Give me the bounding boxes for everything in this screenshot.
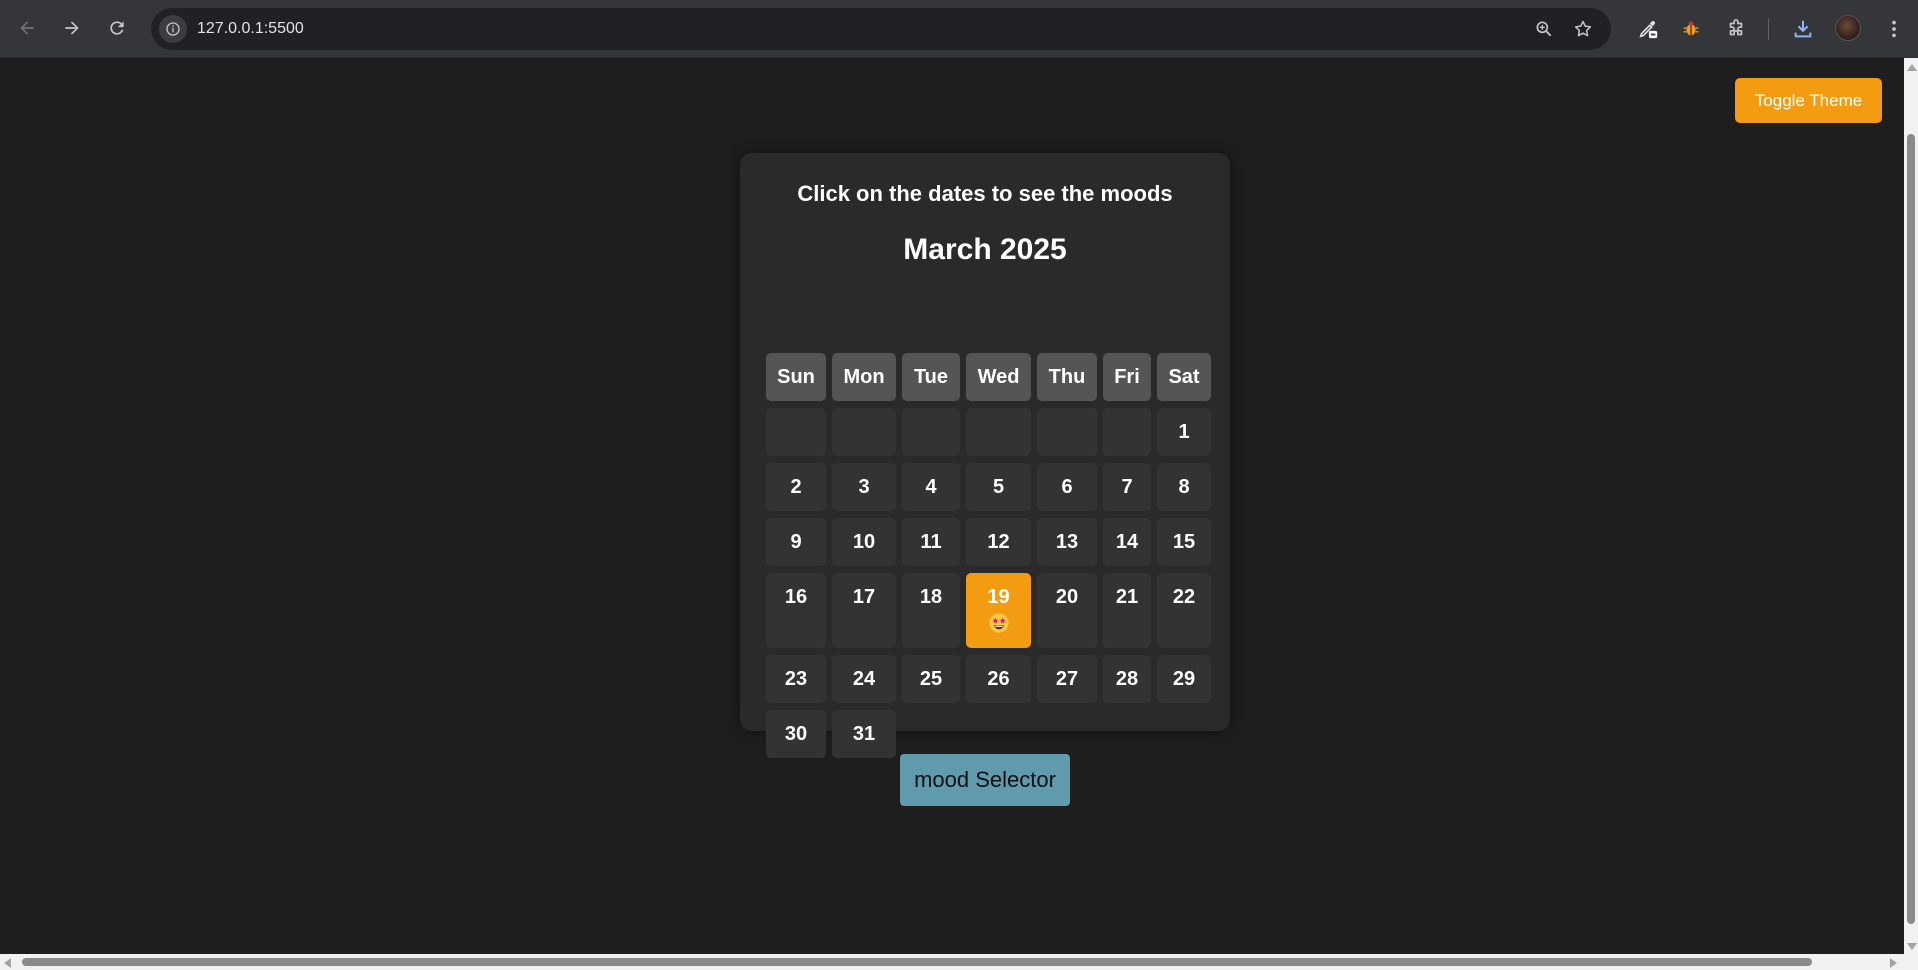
- empty-day-cell: [966, 408, 1031, 456]
- empty-day-cell: [766, 408, 826, 456]
- scroll-right-arrow-icon[interactable]: [1890, 958, 1897, 968]
- download-icon[interactable]: [1789, 15, 1817, 43]
- day-cell[interactable]: 10: [832, 518, 896, 566]
- weekday-header: Fri: [1103, 353, 1151, 401]
- day-cell[interactable]: 23: [766, 655, 826, 703]
- weekday-header: Sun: [766, 353, 826, 401]
- day-cell[interactable]: 9: [766, 518, 826, 566]
- weekday-header: Thu: [1037, 353, 1097, 401]
- day-number: 19: [987, 586, 1010, 608]
- calendar-card: Click on the dates to see the moods Marc…: [740, 153, 1230, 758]
- day-number: 17: [852, 586, 876, 608]
- empty-day-cell: [1103, 408, 1151, 456]
- weekday-header: Sat: [1157, 353, 1211, 401]
- day-cell[interactable]: 15: [1157, 518, 1211, 566]
- eyedropper-extension-icon[interactable]: [1634, 15, 1662, 43]
- day-cell[interactable]: 5: [966, 463, 1031, 511]
- toggle-theme-button[interactable]: Toggle Theme: [1735, 78, 1882, 123]
- scroll-down-arrow-icon[interactable]: [1907, 943, 1917, 950]
- day-cell[interactable]: 31: [832, 710, 896, 758]
- calendar-hint: Click on the dates to see the moods: [797, 181, 1173, 206]
- vertical-scroll-thumb[interactable]: [1907, 134, 1915, 924]
- day-cell[interactable]: 8: [1157, 463, 1211, 511]
- day-cell[interactable]: 2: [766, 463, 826, 511]
- weekday-header: Wed: [966, 353, 1031, 401]
- day-number: 21: [1115, 586, 1139, 608]
- day-cell[interactable]: 22: [1157, 573, 1211, 648]
- day-number: 18: [919, 586, 943, 608]
- site-info-icon[interactable]: [159, 15, 187, 43]
- day-cell[interactable]: 13: [1037, 518, 1097, 566]
- profile-avatar[interactable]: [1835, 15, 1861, 41]
- day-cell[interactable]: 21: [1103, 573, 1151, 648]
- day-cell[interactable]: 6: [1037, 463, 1097, 511]
- bookmark-star-icon[interactable]: [1572, 18, 1594, 40]
- day-cell[interactable]: 18: [902, 573, 960, 648]
- horizontal-scroll-thumb[interactable]: [22, 958, 1812, 966]
- day-cell[interactable]: 25: [902, 655, 960, 703]
- page-viewport: Toggle Theme Click on the dates to see t…: [0, 58, 1904, 954]
- weekday-header: Tue: [902, 353, 960, 401]
- day-cell[interactable]: 29: [1157, 655, 1211, 703]
- zoom-icon[interactable]: [1533, 18, 1555, 40]
- forward-arrow-icon[interactable]: [58, 14, 86, 42]
- selected-day-cell[interactable]: 19: [966, 573, 1031, 648]
- day-number: 20: [1055, 586, 1079, 608]
- day-cell[interactable]: 24: [832, 655, 896, 703]
- toolbar-divider: [1768, 18, 1769, 40]
- weekday-header: Mon: [832, 353, 896, 401]
- empty-day-cell: [832, 408, 896, 456]
- day-cell[interactable]: 28: [1103, 655, 1151, 703]
- browser-toolbar: 127.0.0.1:5500: [0, 0, 1918, 58]
- horizontal-scrollbar[interactable]: [0, 954, 1918, 970]
- day-cell[interactable]: 20: [1037, 573, 1097, 648]
- scroll-up-arrow-icon[interactable]: [1907, 64, 1917, 71]
- day-cell[interactable]: 4: [902, 463, 960, 511]
- empty-day-cell: [902, 408, 960, 456]
- extensions-puzzle-icon[interactable]: [1722, 15, 1750, 43]
- day-number: 22: [1172, 586, 1196, 608]
- empty-day-cell: [1037, 408, 1097, 456]
- vertical-scrollbar[interactable]: [1904, 58, 1918, 954]
- day-cell[interactable]: 14: [1103, 518, 1151, 566]
- day-cell[interactable]: 27: [1037, 655, 1097, 703]
- url-text[interactable]: 127.0.0.1:5500: [197, 8, 304, 50]
- day-number: 16: [784, 586, 808, 608]
- reload-icon[interactable]: [103, 14, 131, 42]
- mood-selector-button[interactable]: mood Selector: [900, 754, 1070, 806]
- day-cell[interactable]: 11: [902, 518, 960, 566]
- day-cell[interactable]: 3: [832, 463, 896, 511]
- day-cell[interactable]: 30: [766, 710, 826, 758]
- more-menu-icon[interactable]: [1880, 15, 1908, 43]
- day-cell[interactable]: 7: [1103, 463, 1151, 511]
- day-cell[interactable]: 17: [832, 573, 896, 648]
- address-bar[interactable]: 127.0.0.1:5500: [151, 8, 1611, 50]
- scroll-left-arrow-icon[interactable]: [4, 958, 11, 968]
- back-arrow-icon[interactable]: [13, 14, 41, 42]
- day-cell[interactable]: 1: [1157, 408, 1211, 456]
- star-struck-emoji-icon: [988, 613, 1009, 633]
- bug-extension-icon[interactable]: [1677, 15, 1705, 43]
- day-cell[interactable]: 26: [966, 655, 1031, 703]
- calendar-grid: Sun Mon Tue Wed Thu Fri Sat 1 2 3 4 5 6 …: [766, 353, 1211, 758]
- day-cell[interactable]: 12: [966, 518, 1031, 566]
- day-cell[interactable]: 16: [766, 573, 826, 648]
- month-title: March 2025: [903, 233, 1067, 266]
